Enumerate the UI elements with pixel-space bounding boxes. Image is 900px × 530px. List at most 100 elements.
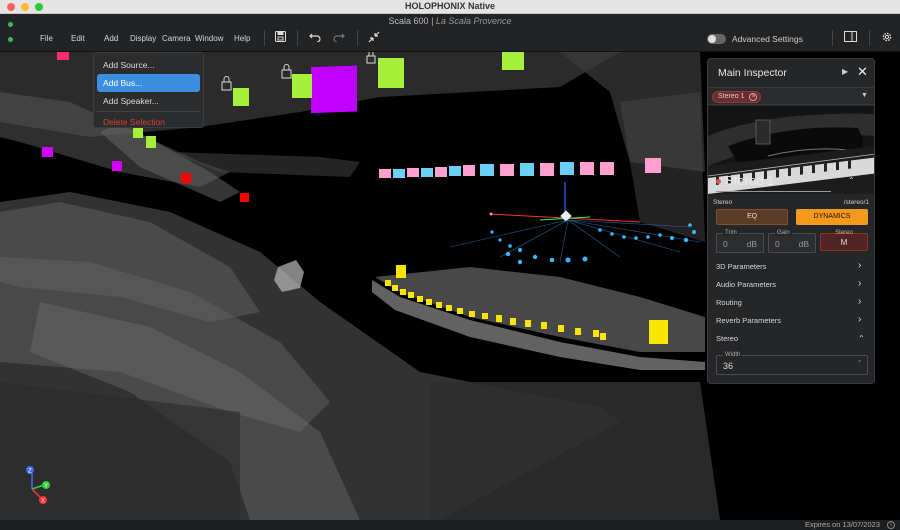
- chevron-right-icon: ›: [858, 314, 862, 325]
- width-value: 36: [723, 361, 734, 371]
- source-name-underline: [716, 191, 831, 192]
- add-speaker-menu-item[interactable]: Add Speaker...: [97, 92, 200, 110]
- stereo-mode-label: Stereo: [835, 230, 853, 236]
- trim-field[interactable]: Trim 0 dB: [716, 230, 764, 253]
- title-separator: |: [431, 16, 434, 26]
- eq-button[interactable]: EQ: [716, 209, 788, 225]
- inspector-title: Main Inspector: [718, 67, 787, 79]
- speaker-red: [57, 52, 69, 60]
- stereo-mode-button[interactable]: Stereo M: [820, 230, 868, 251]
- stage-front-wall: [430, 382, 720, 520]
- section-3d-parameters[interactable]: 3D Parameters ›: [708, 258, 874, 276]
- venue-name: La Scala Provence: [435, 16, 512, 26]
- project-title: Scala 600 | La Scala Provence: [0, 16, 900, 26]
- chip-remove-icon[interactable]: ×: [749, 93, 758, 101]
- source-name[interactable]: Stereo 1: [725, 173, 774, 188]
- source-path-label: /stereo/1: [843, 199, 869, 206]
- menu-window[interactable]: Window: [195, 34, 223, 43]
- chevron-right-icon: ›: [858, 296, 862, 307]
- status-bar: Expires on 13/07/2023 i: [0, 520, 900, 530]
- chevron-up-icon: ⌃: [858, 334, 865, 343]
- speaker-purple-large: [311, 65, 357, 114]
- redo-icon[interactable]: [333, 31, 345, 45]
- project-name: Scala 600: [388, 16, 429, 26]
- gain-unit: dB: [798, 239, 809, 249]
- close-icon[interactable]: ✕: [857, 64, 868, 80]
- speaker-array: [379, 158, 661, 178]
- menu-edit[interactable]: Edit: [71, 34, 85, 43]
- source-type-label: Stereo: [713, 199, 733, 206]
- section-stereo[interactable]: Stereo ⌃: [708, 330, 874, 348]
- delete-selection-menu-item[interactable]: Delete Selection: [97, 113, 200, 131]
- section-label: 3D Parameters: [716, 262, 767, 271]
- selection-chip-row: Stereo 1 × ▼: [708, 87, 874, 105]
- inspector-header: Main Inspector ▶ ✕: [708, 59, 874, 85]
- advanced-settings-toggle[interactable]: [707, 34, 726, 44]
- chip-label: Stereo 1: [718, 93, 745, 100]
- gain-label: Gain: [775, 230, 792, 236]
- license-expiry-text: Expires on 13/07/2023: [804, 520, 880, 529]
- toolbar-divider: [264, 30, 265, 46]
- advanced-settings-label: Advanced Settings: [732, 34, 803, 44]
- chevron-right-icon: ›: [858, 278, 862, 289]
- gain-field[interactable]: Gain 0 dB: [768, 230, 816, 253]
- selected-source-chip[interactable]: Stereo 1 ×: [712, 91, 762, 103]
- app-title: HOLOPHONIX Native: [404, 1, 496, 11]
- speaker-purple: [112, 161, 122, 171]
- speaker-green: [378, 58, 404, 88]
- section-label: Routing: [716, 298, 742, 307]
- menu-camera[interactable]: Camera: [162, 34, 190, 43]
- source-gizmo: [489, 182, 641, 223]
- section-label: Reverb Parameters: [716, 316, 782, 325]
- add-source-menu-item[interactable]: Add Source...: [97, 56, 200, 74]
- title-bar: HOLOPHONIX Native: [0, 0, 900, 14]
- expand-arrow-icon[interactable]: ▶: [842, 67, 848, 76]
- trim-label: Trim: [723, 230, 739, 236]
- axis-y-label: Y: [44, 484, 48, 490]
- menu-display[interactable]: Display: [130, 34, 156, 43]
- gear-icon[interactable]: [881, 31, 893, 46]
- side-wall-structure: [620, 92, 705, 242]
- section-reverb-parameters[interactable]: Reverb Parameters ›: [708, 312, 874, 330]
- speaker-red: [240, 193, 249, 202]
- undo-icon[interactable]: [309, 31, 321, 45]
- menu-help[interactable]: Help: [234, 34, 250, 43]
- section-routing[interactable]: Routing ›: [708, 294, 874, 312]
- menu-bar: Scala 600 | La Scala Provence File Edit …: [0, 14, 900, 52]
- info-icon[interactable]: i: [887, 521, 895, 529]
- collapse-icon[interactable]: [368, 31, 380, 46]
- toolbar-divider: [869, 30, 870, 46]
- main-inspector-panel: Main Inspector ▶ ✕ Stereo 1 × ▼ Stereo 1…: [707, 58, 875, 384]
- speaker-green: [502, 52, 524, 70]
- panel-layout-icon[interactable]: [844, 31, 857, 45]
- trim-value: 0: [723, 239, 728, 249]
- axis-z-label: Z: [28, 469, 32, 475]
- chevron-up-icon[interactable]: ⌃: [848, 176, 855, 185]
- speaker-purple: [42, 147, 53, 157]
- section-label: Audio Parameters: [716, 280, 777, 289]
- speaker-red: [181, 173, 191, 183]
- menu-add[interactable]: Add: [104, 34, 118, 43]
- width-unit: °: [858, 360, 861, 367]
- add-bus-menu-item[interactable]: Add Bus...: [97, 74, 200, 92]
- toolbar-divider: [357, 30, 358, 46]
- chevron-down-icon[interactable]: ▼: [861, 92, 868, 99]
- add-menu-dropdown: Add Source... Add Bus... Add Speaker... …: [93, 52, 204, 128]
- width-field[interactable]: Width 36 °: [716, 352, 868, 375]
- menu-file[interactable]: File: [40, 34, 53, 43]
- save-icon[interactable]: [275, 31, 286, 45]
- toolbar-divider: [832, 30, 833, 46]
- chevron-right-icon: ›: [858, 260, 862, 271]
- stereo-mode-value: M: [840, 238, 848, 247]
- speaker-green: [292, 74, 312, 98]
- trim-unit: dB: [746, 239, 757, 249]
- status-dot-icon: [8, 37, 13, 42]
- source-color-dot: [716, 179, 721, 184]
- dynamics-button[interactable]: DYNAMICS: [796, 209, 868, 225]
- section-audio-parameters[interactable]: Audio Parameters ›: [708, 276, 874, 294]
- width-label: Width: [723, 352, 743, 358]
- gain-value: 0: [775, 239, 780, 249]
- toolbar-divider: [297, 30, 298, 46]
- speaker-green: [233, 88, 249, 106]
- speaker-green: [146, 136, 156, 148]
